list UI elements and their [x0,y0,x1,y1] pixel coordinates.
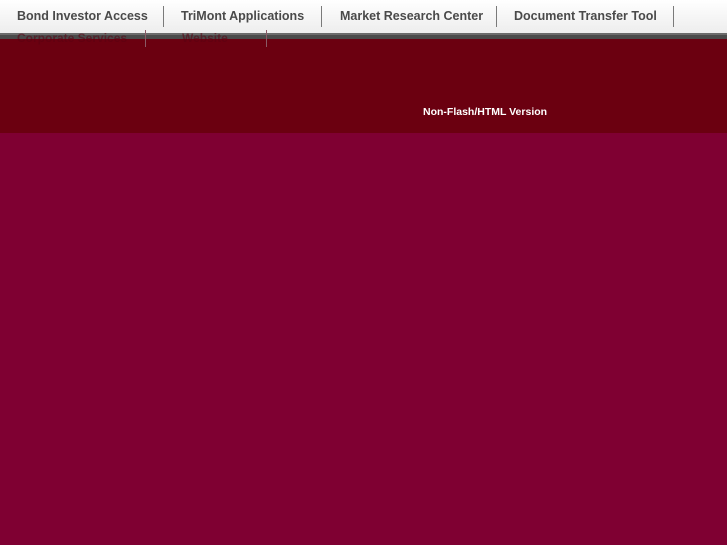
nav-separator [496,6,497,27]
nav-separator [321,6,322,27]
main-content-area [0,133,727,545]
non-flash-html-version-link[interactable]: Non-Flash/HTML Version [423,106,547,118]
nav-document-transfer-tool[interactable]: Document Transfer Tool [514,0,657,33]
nav-separator [145,30,146,47]
nav-bond-investor-access[interactable]: Bond Investor Access [17,0,148,33]
nav-separator [163,6,164,27]
top-navigation-bar: Bond Investor Access TriMont Application… [0,0,727,33]
nav-trimont-applications[interactable]: TriMont Applications [181,0,304,33]
nav-separator [673,6,674,27]
nav-corporate-services[interactable]: Corporate Services [17,30,127,46]
overflow-navigation-row: Corporate Services Website [0,30,727,48]
nav-separator [266,30,267,47]
nav-market-research-center[interactable]: Market Research Center [340,0,483,33]
nav-website[interactable]: Website [182,30,228,46]
header-banner [0,39,727,133]
